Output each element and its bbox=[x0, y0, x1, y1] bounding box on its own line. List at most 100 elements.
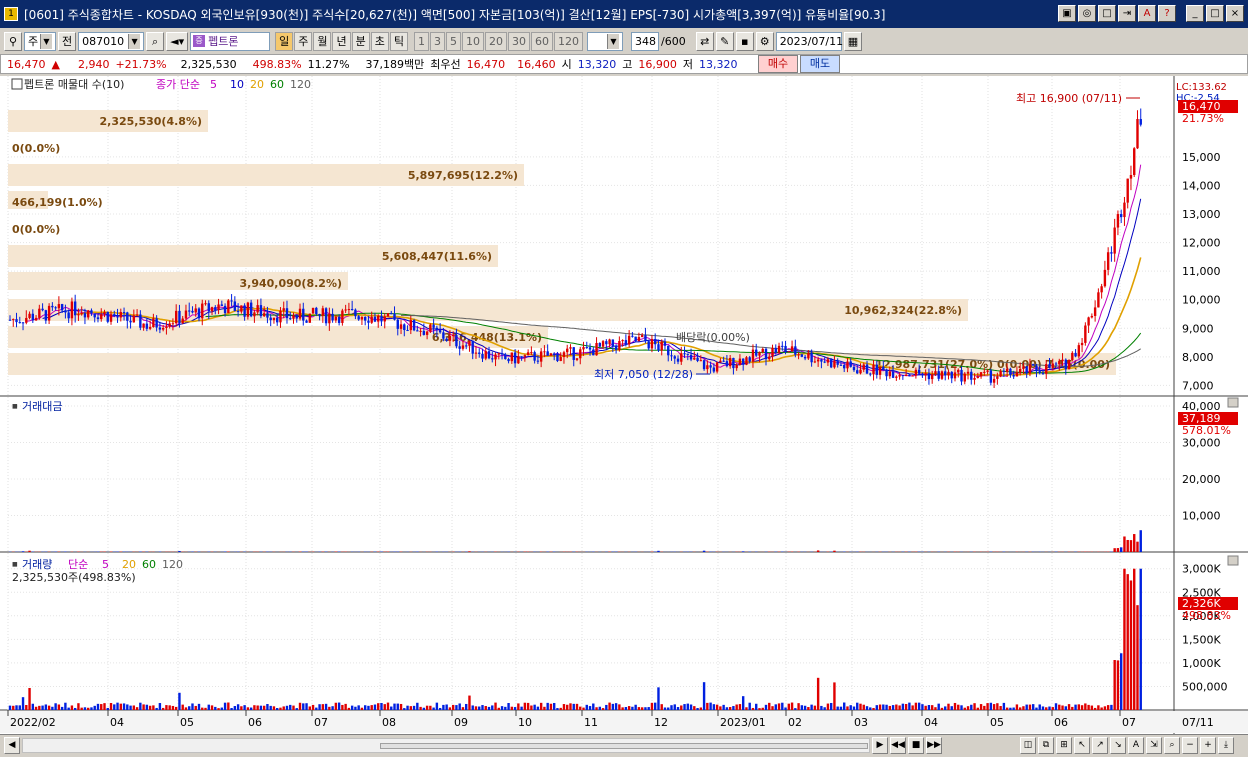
pin-icon[interactable]: ⇥ bbox=[1118, 5, 1136, 22]
candle-body bbox=[986, 370, 989, 372]
maximize-button[interactable]: □ bbox=[1206, 5, 1224, 22]
amount-bar bbox=[178, 550, 181, 552]
price-tick-label: 8,000 bbox=[1182, 351, 1214, 364]
period-tab[interactable]: 분 bbox=[351, 31, 370, 51]
period-tab[interactable]: 초 bbox=[370, 31, 389, 51]
buy-button[interactable]: 매수 bbox=[758, 55, 798, 73]
period-tab[interactable]: 월 bbox=[313, 31, 332, 51]
font-icon[interactable]: A bbox=[1138, 5, 1156, 22]
candle-body bbox=[67, 312, 70, 319]
candle-body bbox=[800, 354, 804, 357]
save-icon[interactable]: ▪ bbox=[735, 31, 754, 51]
volume-bar bbox=[494, 702, 497, 710]
account-icon[interactable]: ⚲ bbox=[4, 31, 22, 51]
interval-tab[interactable]: 120 bbox=[553, 31, 583, 51]
interval-tab[interactable]: 30 bbox=[507, 31, 530, 51]
scrollbar-thumb[interactable] bbox=[380, 743, 868, 749]
chart-tool-icon[interactable]: ↘ bbox=[1110, 737, 1126, 754]
candle-body bbox=[77, 314, 80, 316]
scroll-left-icon[interactable]: ◀ bbox=[4, 737, 20, 754]
candle-body bbox=[201, 303, 204, 319]
candle-body bbox=[468, 340, 471, 346]
candle-body bbox=[135, 314, 139, 316]
candle-body bbox=[813, 361, 817, 363]
market-select-value: 주 bbox=[28, 34, 39, 48]
volume-bar bbox=[80, 707, 83, 710]
code-input[interactable]: 087010 ▼ bbox=[78, 31, 145, 51]
draw-icon[interactable]: ✎ bbox=[715, 31, 734, 51]
close-button[interactable]: × bbox=[1226, 5, 1244, 22]
amount-bar bbox=[741, 551, 745, 552]
price-tick-label: 15,000 bbox=[1182, 151, 1221, 164]
minimize-button[interactable]: _ bbox=[1186, 5, 1204, 22]
volume-bar bbox=[90, 707, 93, 710]
chart-tool-icon[interactable]: ↗ bbox=[1092, 737, 1108, 754]
candle-body bbox=[207, 303, 210, 312]
candle-body bbox=[377, 315, 380, 322]
volume-bar bbox=[432, 707, 435, 710]
target-icon[interactable]: ◎ bbox=[1078, 5, 1096, 22]
stock-chart[interactable]: 2,325,530(4.8%) 0(0.0%) 5,897,695(12.2%) 46… bbox=[0, 76, 1248, 734]
count-input[interactable]: 348 bbox=[630, 31, 659, 51]
volume-bar bbox=[448, 707, 452, 710]
settings-icon[interactable]: ⚙ bbox=[755, 31, 774, 51]
chart-tool-icon[interactable]: − bbox=[1182, 737, 1198, 754]
volume-sub-label: 2,325,530주(498.83%) bbox=[12, 571, 136, 584]
volume-bar bbox=[481, 705, 484, 710]
interval-tab[interactable]: 1 bbox=[413, 31, 429, 51]
volume-bar bbox=[276, 708, 279, 710]
nav-icon[interactable]: ▶▶ bbox=[926, 737, 942, 754]
period-tab[interactable]: 틱 bbox=[389, 31, 408, 51]
x-tick-label: 04 bbox=[110, 716, 124, 729]
chart-tool-icon[interactable]: ⊞ bbox=[1056, 737, 1072, 754]
sell-button[interactable]: 매도 bbox=[800, 55, 840, 73]
chart-tool-icon[interactable]: ↖ bbox=[1074, 737, 1090, 754]
interval-tab[interactable]: 20 bbox=[484, 31, 507, 51]
volume-bar bbox=[732, 706, 735, 710]
refresh-icon[interactable]: ⇄ bbox=[695, 31, 714, 51]
candle-body bbox=[1084, 325, 1087, 343]
volume-bar bbox=[689, 704, 693, 710]
date-input[interactable]: 2023/07/11 bbox=[775, 31, 843, 51]
nav-icon[interactable]: ◀◀ bbox=[890, 737, 906, 754]
chart-tool-icon[interactable]: ◫ bbox=[1020, 737, 1036, 754]
volume-bar bbox=[611, 703, 615, 710]
nav-icon[interactable]: ▶ bbox=[872, 737, 888, 754]
volume-bar bbox=[996, 703, 999, 710]
period-tab[interactable]: 년 bbox=[332, 31, 351, 51]
stock-name-field[interactable]: 증 펩트론 bbox=[190, 31, 271, 51]
candle-body bbox=[768, 356, 771, 360]
chart-tool-icon[interactable]: ⌕ bbox=[1164, 737, 1180, 754]
chart-tool-icon[interactable]: + bbox=[1200, 737, 1216, 754]
candle-body bbox=[80, 313, 83, 315]
link-icon[interactable]: ▣ bbox=[1058, 5, 1076, 22]
prev-button[interactable]: 전 bbox=[58, 31, 77, 51]
chart-tool-icon[interactable]: A bbox=[1128, 737, 1144, 754]
candle-body bbox=[849, 361, 852, 367]
interval-select[interactable]: ▼ bbox=[586, 31, 623, 51]
calendar-icon[interactable]: ▦ bbox=[843, 31, 863, 51]
candle-body bbox=[328, 313, 331, 324]
interval-tab[interactable]: 60 bbox=[530, 31, 553, 51]
volume-bar bbox=[640, 707, 644, 710]
volume-bar bbox=[445, 704, 448, 710]
interval-tab[interactable]: 3 bbox=[429, 31, 445, 51]
volume-bar bbox=[142, 704, 145, 710]
candle-body bbox=[614, 345, 618, 350]
market-select[interactable]: 주 ▼ bbox=[24, 31, 56, 51]
window-icon[interactable]: □ bbox=[1098, 5, 1116, 22]
search-icon[interactable]: ⌕ bbox=[146, 31, 165, 51]
chart-tool-icon[interactable]: ⤓ bbox=[1218, 737, 1234, 754]
candle-body bbox=[934, 371, 937, 375]
help-icon[interactable]: ? bbox=[1158, 5, 1176, 22]
chart-tool-icon[interactable]: ⧉ bbox=[1038, 737, 1054, 754]
chart-tool-icon[interactable]: ⇲ bbox=[1146, 737, 1162, 754]
volume-bar bbox=[513, 707, 517, 710]
period-tab[interactable]: 일 bbox=[275, 31, 294, 51]
interval-tab[interactable]: 5 bbox=[445, 31, 461, 51]
period-tab[interactable]: 주 bbox=[294, 31, 313, 51]
volume-bar bbox=[308, 706, 311, 710]
speaker-icon[interactable]: ◄▾ bbox=[166, 31, 189, 51]
nav-icon[interactable]: ■ bbox=[908, 737, 924, 754]
interval-tab[interactable]: 10 bbox=[461, 31, 484, 51]
